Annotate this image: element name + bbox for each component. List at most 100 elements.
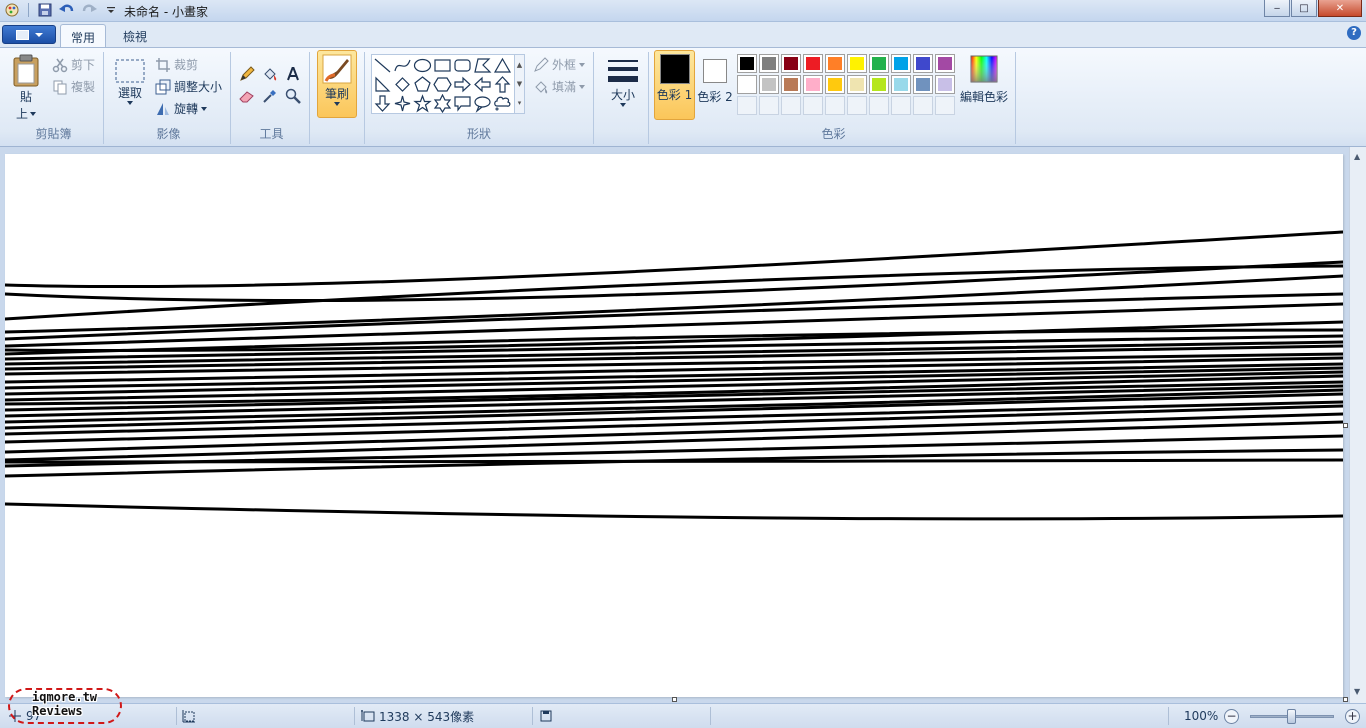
palette-color-swatch[interactable]	[913, 75, 933, 94]
pencil-tool[interactable]	[236, 63, 258, 84]
line-shape-icon[interactable]	[373, 56, 392, 75]
outline-button[interactable]: 外框	[533, 56, 586, 73]
palette-color-swatch[interactable]	[759, 75, 779, 94]
rotate-button[interactable]: 旋轉	[155, 100, 208, 117]
palette-custom-slot[interactable]	[935, 96, 955, 115]
palette-color-swatch[interactable]	[891, 75, 911, 94]
tab-home[interactable]: 常用	[60, 24, 107, 47]
redo-icon[interactable]	[81, 2, 97, 18]
canvas-resize-handle-corner[interactable]	[1343, 697, 1348, 702]
triangle-shape-icon[interactable]	[493, 56, 512, 75]
copy-button[interactable]: 複製	[52, 78, 95, 95]
shapes-scroll-down-icon[interactable]: ▼	[517, 80, 522, 88]
palette-custom-slot[interactable]	[803, 96, 823, 115]
color-picker-tool[interactable]	[259, 85, 281, 106]
palette-color-swatch[interactable]	[781, 75, 801, 94]
drawing-canvas[interactable]	[3, 154, 1345, 697]
customize-qat-dropdown-icon[interactable]	[103, 2, 119, 18]
magnifier-tool[interactable]	[282, 85, 304, 106]
palette-color-swatch[interactable]	[803, 75, 823, 94]
palette-color-swatch[interactable]	[803, 54, 823, 73]
vertical-scrollbar[interactable]: ▲ ▼	[1349, 147, 1366, 703]
size-group: 大小	[597, 52, 649, 144]
size-button[interactable]: 大小	[603, 56, 643, 107]
edit-colors-button[interactable]: 編輯色彩	[958, 54, 1010, 105]
undo-icon[interactable]	[59, 2, 75, 18]
curve-shape-icon[interactable]	[393, 56, 412, 75]
outline-label: 外框	[552, 58, 577, 72]
palette-color-swatch[interactable]	[913, 54, 933, 73]
fill-tool[interactable]	[259, 63, 281, 84]
select-button[interactable]: 選取	[113, 58, 147, 105]
rectangular-callout-shape-icon[interactable]	[453, 94, 472, 113]
palette-custom-slot[interactable]	[737, 96, 757, 115]
cloud-callout-shape-icon[interactable]	[493, 94, 512, 113]
palette-color-swatch-fill	[806, 57, 820, 70]
palette-custom-slot[interactable]	[759, 96, 779, 115]
palette-color-swatch[interactable]	[825, 54, 845, 73]
palette-custom-slot[interactable]	[913, 96, 933, 115]
maximize-button[interactable]: □	[1291, 0, 1317, 17]
paint-menu-button[interactable]	[2, 25, 56, 44]
color1-button[interactable]: 色彩 1	[654, 50, 695, 120]
palette-color-swatch[interactable]	[781, 54, 801, 73]
cut-button[interactable]: 剪下	[52, 56, 95, 73]
rectangle-shape-icon[interactable]	[433, 56, 452, 75]
rounded-rectangle-shape-icon[interactable]	[453, 56, 472, 75]
color2-button[interactable]: 色彩 2	[697, 59, 733, 105]
polygon-shape-icon[interactable]	[473, 56, 492, 75]
palette-custom-slot[interactable]	[825, 96, 845, 115]
up-arrow-shape-icon[interactable]	[493, 75, 512, 94]
palette-color-swatch[interactable]	[737, 54, 757, 73]
shapes-scroll-up-icon[interactable]: ▲	[517, 61, 522, 69]
paint-app-icon[interactable]	[4, 2, 20, 18]
palette-color-swatch[interactable]	[847, 75, 867, 94]
tab-view[interactable]: 檢視	[113, 24, 157, 47]
palette-custom-slot[interactable]	[847, 96, 867, 115]
close-button[interactable]: ✕	[1318, 0, 1362, 17]
palette-color-swatch[interactable]	[869, 54, 889, 73]
save-icon[interactable]	[37, 2, 53, 18]
eraser-tool[interactable]	[236, 85, 258, 106]
palette-custom-slot[interactable]	[891, 96, 911, 115]
palette-color-swatch[interactable]	[759, 54, 779, 73]
fill-button[interactable]: 填滿	[533, 78, 586, 95]
palette-color-swatch[interactable]	[825, 75, 845, 94]
resize-button[interactable]: 調整大小	[155, 78, 222, 95]
palette-color-swatch[interactable]	[847, 54, 867, 73]
paste-button[interactable]: 貼 上	[8, 54, 44, 122]
oval-shape-icon[interactable]	[413, 56, 432, 75]
zoom-out-button[interactable]: −	[1224, 709, 1239, 724]
zoom-in-button[interactable]: +	[1345, 709, 1360, 724]
brush-button[interactable]: 筆刷	[317, 50, 357, 118]
down-arrow-shape-icon[interactable]	[373, 94, 392, 113]
left-arrow-shape-icon[interactable]	[473, 75, 492, 94]
scroll-up-icon[interactable]: ▲	[1354, 152, 1360, 161]
crop-button[interactable]: 裁剪	[155, 56, 198, 73]
pentagon-shape-icon[interactable]	[413, 75, 432, 94]
minimize-button[interactable]: ‒	[1264, 0, 1290, 17]
text-tool[interactable]	[282, 63, 304, 84]
palette-color-swatch[interactable]	[737, 75, 757, 94]
palette-color-swatch[interactable]	[935, 75, 955, 94]
palette-custom-slot[interactable]	[869, 96, 889, 115]
zoom-slider-thumb[interactable]	[1287, 709, 1296, 724]
five-point-star-shape-icon[interactable]	[413, 94, 432, 113]
help-icon[interactable]: ?	[1347, 26, 1361, 40]
palette-color-swatch[interactable]	[935, 54, 955, 73]
oval-callout-shape-icon[interactable]	[473, 94, 492, 113]
right-triangle-shape-icon[interactable]	[373, 75, 392, 94]
six-point-star-shape-icon[interactable]	[433, 94, 452, 113]
palette-color-swatch[interactable]	[891, 54, 911, 73]
canvas-resize-handle-bottom[interactable]	[672, 697, 677, 702]
diamond-shape-icon[interactable]	[393, 75, 412, 94]
palette-color-swatch[interactable]	[869, 75, 889, 94]
right-arrow-shape-icon[interactable]	[453, 75, 472, 94]
four-point-star-shape-icon[interactable]	[393, 94, 412, 113]
shapes-scroll[interactable]: ▲ ▼ ▾	[514, 55, 524, 113]
canvas-resize-handle-right[interactable]	[1343, 423, 1348, 428]
hexagon-shape-icon[interactable]	[433, 75, 452, 94]
palette-custom-slot[interactable]	[781, 96, 801, 115]
shapes-expand-icon[interactable]: ▾	[518, 99, 522, 107]
scroll-down-icon[interactable]: ▼	[1354, 687, 1360, 696]
